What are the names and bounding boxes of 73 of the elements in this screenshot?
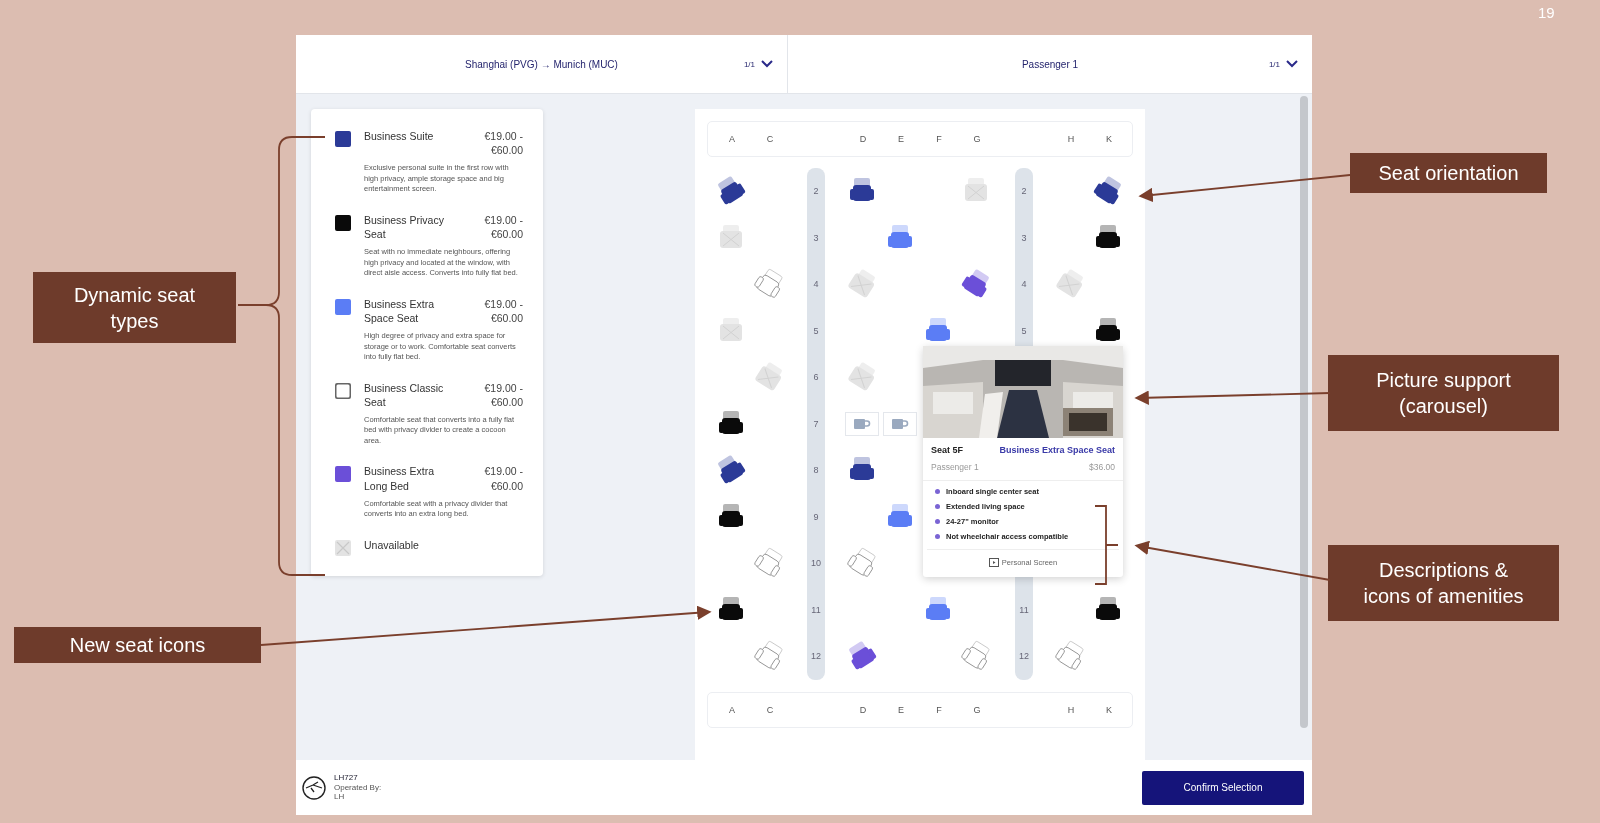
seat-price-range: €19.00 - €60.00	[483, 129, 523, 158]
column-letter: A	[728, 704, 736, 715]
row-number: 3	[1021, 232, 1027, 243]
row-number: 8	[812, 464, 820, 478]
annotation-label: Dynamic seat types	[33, 272, 236, 343]
screen-icon	[988, 558, 999, 567]
annotation-label: Seat orientation	[1350, 153, 1547, 193]
slide-number: 19	[1538, 4, 1555, 21]
seat-type-name: Unavailable	[364, 537, 420, 552]
seat-type: Business Extra Space Seat	[999, 445, 1115, 455]
chevron-down-icon	[1286, 60, 1298, 68]
row-number: 12	[810, 650, 822, 664]
seat-price-range: €19.00 - €60.00	[483, 296, 523, 326]
column-letter: C	[765, 134, 775, 144]
row-number: 2	[1021, 186, 1027, 197]
annotation-label: Descriptions & icons of amenities	[1328, 545, 1559, 621]
logo-icon	[302, 775, 326, 800]
seat-price-range: €19.00 - €60.00	[483, 212, 523, 242]
bullet-icon	[935, 534, 940, 539]
column-letter: E	[897, 704, 905, 715]
passenger-name: Passenger 1	[931, 462, 979, 472]
column-letter: G	[972, 134, 982, 144]
row-number: 6	[812, 371, 820, 385]
row-number: 11	[810, 603, 822, 617]
column-letter: K	[1105, 134, 1113, 144]
column-letter: D	[858, 134, 868, 144]
column-letter: K	[1105, 704, 1113, 715]
seat-price: $36.00	[1089, 462, 1115, 472]
seat-price-range: €19.00 - €60.00	[483, 464, 523, 493]
row-number: 5	[812, 324, 820, 338]
column-letter: C	[765, 704, 775, 715]
seat-price-range: €19.00 - €60.00	[483, 380, 523, 409]
row-number: 7	[812, 417, 820, 431]
row-number: 5	[1021, 325, 1027, 336]
row-number: 4	[1021, 279, 1027, 290]
column-letter: H	[1066, 704, 1076, 715]
column-letter: G	[972, 704, 982, 715]
bullet-icon	[935, 504, 940, 509]
chevron-down-icon	[761, 60, 773, 68]
seat-type-name: Business Extra Long Bed	[364, 464, 436, 493]
row-number: 12	[1019, 651, 1029, 662]
column-letter: F	[935, 704, 943, 715]
seat-type-name: Business Classic Seat	[364, 380, 445, 409]
row-number: 2	[812, 185, 820, 199]
passenger-selector[interactable]: 1/1	[1262, 58, 1304, 70]
passenger-title: Passenger 1	[1021, 58, 1079, 70]
operated-by-label: Operated By:	[334, 782, 382, 793]
column-letter: H	[1066, 134, 1076, 144]
scrollbar[interactable]	[1300, 96, 1308, 728]
seat-type-name: Business Extra Space Seat	[364, 296, 436, 326]
seat-type-name: Business Privacy Seat	[364, 212, 445, 242]
row-number: 11	[1019, 604, 1029, 615]
row-number: 3	[812, 231, 820, 245]
confirm-button[interactable]: Confirm Selection	[1142, 770, 1304, 805]
row-number: 10	[810, 557, 822, 571]
bullet-icon	[935, 489, 940, 494]
seat-type-name: Business Suite	[364, 129, 435, 144]
column-letter: A	[728, 134, 736, 144]
row-number: 9	[812, 510, 820, 524]
cup-icon	[853, 416, 871, 431]
column-letter: E	[897, 134, 905, 144]
flight-selector[interactable]: 1/1	[737, 58, 779, 70]
column-letter: F	[935, 134, 943, 144]
annotation-label: Picture support (carousel)	[1328, 355, 1559, 431]
bullet-icon	[935, 519, 940, 524]
row-number: 4	[812, 278, 820, 292]
route-title: Shanghai (PVG) → Munich (MUC)	[465, 58, 618, 70]
column-letter: D	[858, 704, 868, 715]
flight-number: LH727	[334, 773, 359, 783]
seat-number: Seat 5F	[931, 445, 963, 455]
annotation-label: New seat icons	[14, 627, 261, 663]
operator-code: LH	[334, 792, 346, 802]
cup-icon	[891, 416, 909, 431]
